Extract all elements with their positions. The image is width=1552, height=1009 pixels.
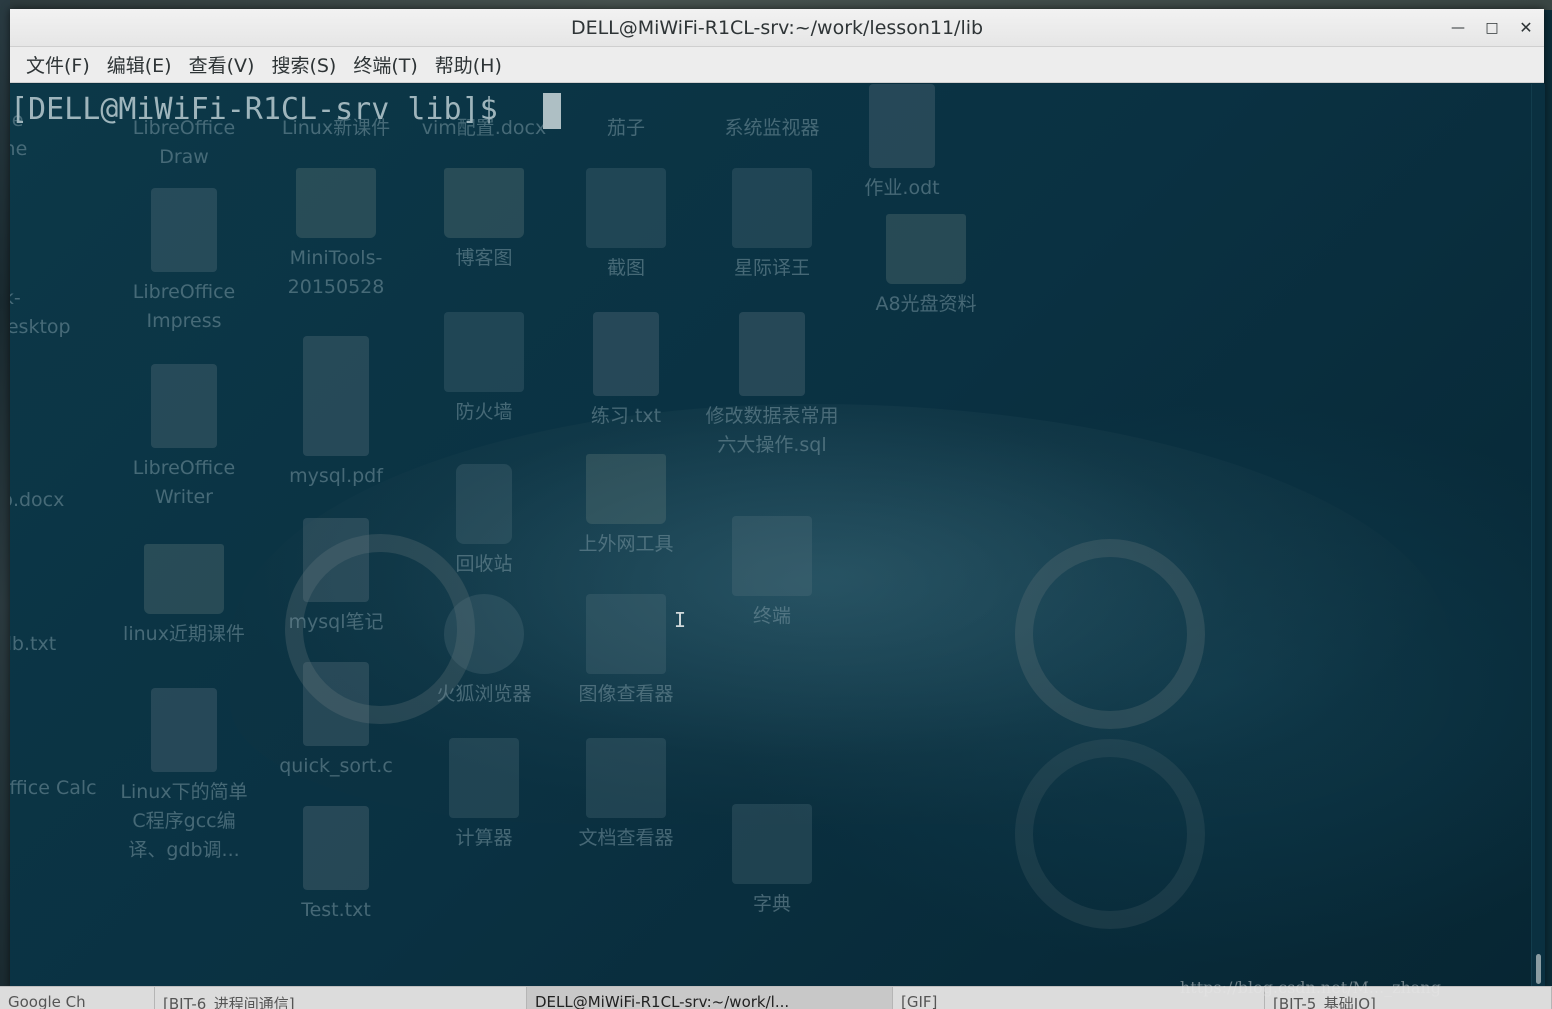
desktop-icon: 上外网工具	[556, 454, 696, 559]
desktop-icon-partial: db.txt	[10, 633, 57, 655]
desktop-icon-partial: gtk-ordMyDesktop	[10, 287, 71, 338]
desktop-icon: 防火墙	[414, 312, 554, 427]
taskbar-item[interactable]: Google Ch	[0, 987, 155, 1009]
desktop-icon: 博客图	[414, 168, 554, 273]
menu-search[interactable]: 搜索(S)	[263, 51, 344, 78]
desktop-icon: 练习.txt	[556, 312, 696, 431]
desktop-icon: 星际译王	[702, 168, 842, 283]
desktop-left-edge	[0, 0, 10, 1008]
desktop-icon: 回收站	[414, 464, 554, 579]
minimize-icon[interactable]: —	[1447, 17, 1469, 39]
desktop-icon: mysql.pdf	[266, 336, 406, 491]
terminal-window: DELL@MiWiFi-R1CL-srv:~/work/lesson11/lib…	[10, 9, 1545, 988]
desktop-icon: LibreOffice Impress	[114, 188, 254, 336]
terminal-scrollbar[interactable]	[1531, 84, 1545, 988]
desktop-icon-partial: reOffice Calc	[10, 777, 97, 799]
shell-prompt: [DELL@MiWiFi-R1CL-srv lib]$	[10, 92, 516, 127]
desktop-icon: 文档查看器	[556, 738, 696, 853]
close-icon[interactable]: ✕	[1515, 17, 1537, 39]
desktop-icon: 修改数据表常用六大操作.sql	[702, 312, 842, 460]
desktop-icon: 茄子	[606, 117, 645, 139]
desktop-icon: MiniTools-20150528	[266, 168, 406, 302]
desktop-icon: 系统监视器	[724, 117, 820, 139]
menu-help[interactable]: 帮助(H)	[427, 51, 510, 78]
window-title: DELL@MiWiFi-R1CL-srv:~/work/lesson11/lib	[570, 17, 984, 39]
desktop-icon: Test.txt	[266, 806, 406, 925]
desktop-icon: A8光盘资料	[856, 214, 996, 319]
ibeam-cursor-icon: I	[674, 608, 687, 632]
menu-file[interactable]: 文件(F)	[18, 51, 98, 78]
title-bar[interactable]: DELL@MiWiFi-R1CL-srv:~/work/lesson11/lib…	[10, 9, 1544, 47]
desktop-icon: 火狐浏览器	[414, 594, 554, 709]
menu-terminal[interactable]: 终端(T)	[345, 51, 425, 78]
taskbar-item-active[interactable]: DELL@MiWiFi-R1CL-srv:~/work/l...	[527, 987, 893, 1009]
desktop-icon-partial: lb.docx	[10, 489, 65, 511]
desktop-icon: 截图	[556, 168, 696, 283]
menu-edit[interactable]: 编辑(E)	[99, 51, 180, 78]
desktop-icon: linux近期课件	[114, 544, 254, 649]
desktop-icon: 终端	[702, 516, 842, 631]
desktop-icon: mysql笔记	[266, 518, 406, 637]
desktop-icon: 计算器	[414, 738, 554, 853]
desktop-icon: 字典	[702, 804, 842, 919]
scrollbar-thumb[interactable]	[1536, 954, 1541, 984]
menu-view[interactable]: 查看(V)	[181, 51, 263, 78]
wallpaper-wheel	[1015, 539, 1205, 729]
wallpaper-wheel-reflection	[1015, 739, 1205, 929]
terminal-area[interactable]: LibreOffice Draw Linux新课件 vim配置.docx 茄子 …	[10, 84, 1531, 988]
menu-bar: 文件(F) 编辑(E) 查看(V) 搜索(S) 终端(T) 帮助(H)	[10, 47, 1544, 83]
maximize-icon[interactable]: □	[1481, 17, 1503, 39]
desktop-icon: 作业.odt	[832, 84, 972, 203]
desktop-icon: quick_sort.c	[266, 662, 406, 781]
desktop-icon: LibreOffice Writer	[114, 364, 254, 512]
watermark: https://blog.csdn.net/M..._zhang	[1180, 978, 1441, 997]
taskbar-item[interactable]: [BIT-6_进程间通信]	[155, 987, 527, 1009]
desktop-icon: Linux下的简单C程序gcc编译、gdb调...	[114, 688, 254, 865]
text-cursor	[543, 93, 561, 129]
